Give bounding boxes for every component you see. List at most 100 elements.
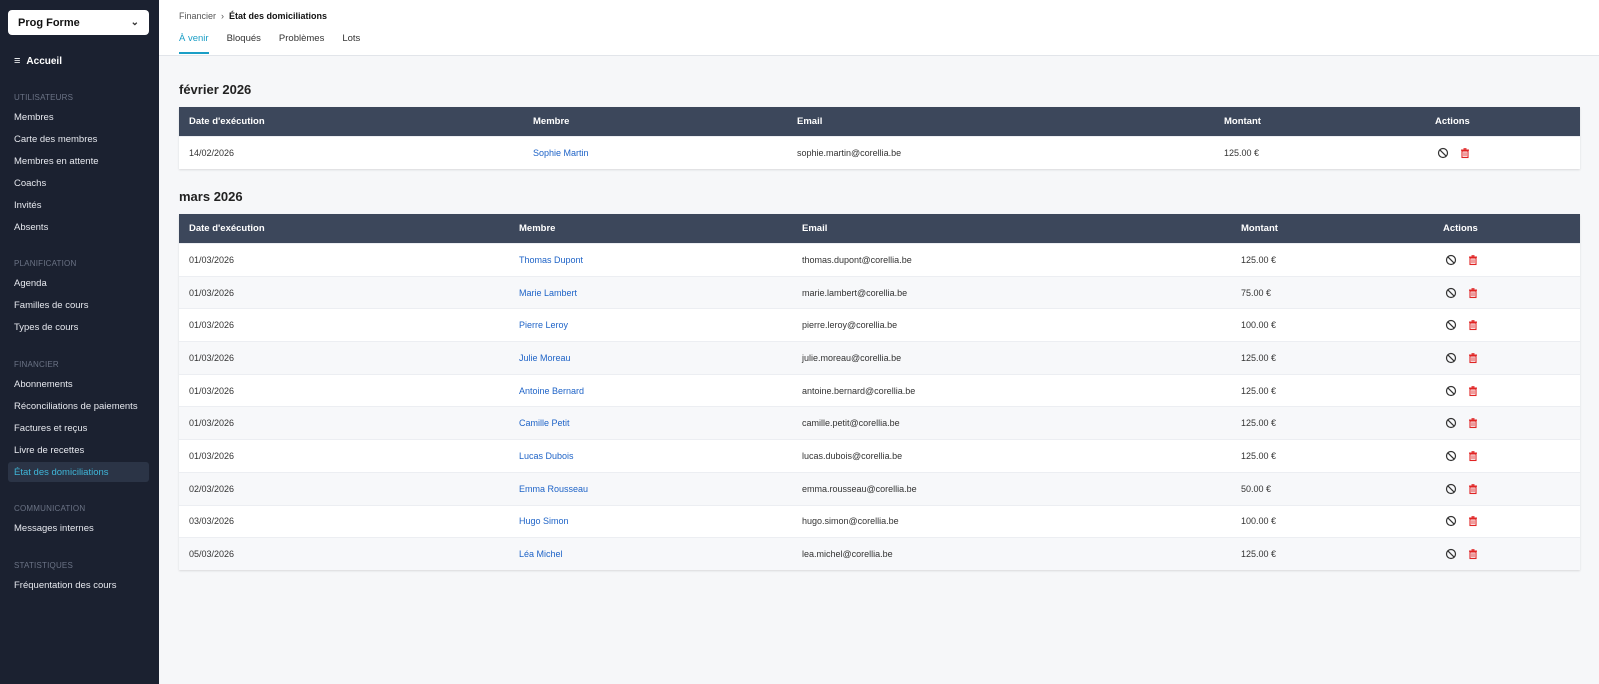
- row-email: emma.rousseau@corellia.be: [802, 483, 917, 494]
- trash-icon[interactable]: [1467, 352, 1479, 364]
- section-title-communication: COMMUNICATION: [14, 504, 86, 513]
- block-icon[interactable]: [1445, 287, 1457, 299]
- row-actions: [1445, 375, 1479, 407]
- sidebar-item-membres-en-attente[interactable]: Membres en attente: [8, 151, 149, 171]
- row-member-link[interactable]: Antoine Bernard: [519, 375, 584, 407]
- table-row: 01/03/2026 Lucas Dubois lucas.dubois@corel…: [179, 439, 1580, 472]
- row-member-link[interactable]: Sophie Martin: [533, 137, 589, 169]
- row-email: marie.lambert@corellia.be: [802, 287, 908, 298]
- col-actions: Actions: [1443, 223, 1478, 234]
- row-member-link[interactable]: Léa Michel: [519, 538, 563, 570]
- menu-icon: ≡: [14, 55, 21, 67]
- block-icon[interactable]: [1445, 319, 1457, 331]
- row-member-link[interactable]: Thomas Dupont: [519, 244, 583, 276]
- breadcrumb: Financier › État des domiciliations: [179, 11, 327, 21]
- breadcrumb-financier[interactable]: Financier: [179, 11, 216, 21]
- table-row: 14/02/2026 Sophie Martin sophie.martin@c…: [179, 136, 1580, 169]
- row-actions: [1445, 342, 1479, 374]
- sidebar-item-messages-internes[interactable]: Messages internes: [8, 518, 149, 538]
- sidebar-item-coachs[interactable]: Coachs: [8, 173, 149, 193]
- row-amount: 125.00 €: [1241, 385, 1277, 396]
- sidebar-item-factures-et-recus[interactable]: Factures et reçus: [8, 418, 149, 438]
- row-member-link[interactable]: Lucas Dubois: [519, 440, 574, 472]
- tab-bloques[interactable]: Bloqués: [227, 33, 261, 54]
- tab-lots[interactable]: Lots: [342, 33, 360, 54]
- sidebar-item-abonnements[interactable]: Abonnements: [8, 374, 149, 394]
- row-member-link[interactable]: Hugo Simon: [519, 506, 569, 538]
- row-email: julie.moreau@corellia.be: [802, 352, 902, 363]
- section-title-financier: FINANCIER: [14, 360, 59, 369]
- row-actions: [1445, 506, 1479, 538]
- trash-icon[interactable]: [1467, 287, 1479, 299]
- row-amount: 125.00 €: [1241, 418, 1277, 429]
- month-title-fevrier: février 2026: [179, 82, 252, 97]
- sidebar-item-invites[interactable]: Invités: [8, 195, 149, 215]
- sidebar-item-reconciliations[interactable]: Réconciliations de paiements: [8, 396, 149, 416]
- organization-select[interactable]: Prog Forme ⌄: [8, 10, 149, 35]
- trash-icon[interactable]: [1467, 254, 1479, 266]
- block-icon[interactable]: [1445, 483, 1457, 495]
- row-amount: 125.00 €: [1241, 549, 1277, 560]
- row-actions: [1445, 473, 1479, 505]
- trash-icon[interactable]: [1467, 515, 1479, 527]
- row-date: 01/03/2026: [189, 450, 235, 461]
- row-member-link[interactable]: Camille Petit: [519, 407, 570, 439]
- row-member-link[interactable]: Julie Moreau: [519, 342, 571, 374]
- row-actions: [1445, 538, 1479, 570]
- trash-icon[interactable]: [1467, 483, 1479, 495]
- block-icon[interactable]: [1437, 147, 1449, 159]
- sidebar-item-absents[interactable]: Absents: [8, 217, 149, 237]
- row-email: sophie.martin@corellia.be: [797, 147, 902, 158]
- organization-name: Prog Forme: [18, 16, 80, 29]
- sidebar-item-livre-de-recettes[interactable]: Livre de recettes: [8, 440, 149, 460]
- row-actions: [1445, 407, 1479, 439]
- sidebar-item-membres[interactable]: Membres: [8, 107, 149, 127]
- trash-icon[interactable]: [1467, 450, 1479, 462]
- row-actions: [1445, 244, 1479, 276]
- sidebar-item-frequentation-des-cours[interactable]: Fréquentation des cours: [8, 575, 149, 595]
- trash-icon[interactable]: [1467, 319, 1479, 331]
- row-amount: 125.00 €: [1224, 147, 1260, 158]
- row-amount: 125.00 €: [1241, 352, 1277, 363]
- breadcrumb-current: État des domiciliations: [229, 11, 328, 21]
- trash-icon[interactable]: [1467, 385, 1479, 397]
- col-actions: Actions: [1435, 116, 1470, 127]
- block-icon[interactable]: [1445, 450, 1457, 462]
- chevron-down-icon: ⌄: [130, 17, 139, 28]
- sidebar-item-home[interactable]: ≡ Accueil: [14, 55, 62, 67]
- row-member-link[interactable]: Emma Rousseau: [519, 473, 588, 505]
- sidebar-item-familles-de-cours[interactable]: Familles de cours: [8, 295, 149, 315]
- row-email: pierre.leroy@corellia.be: [802, 320, 898, 331]
- row-date: 01/03/2026: [189, 385, 235, 396]
- sidebar-item-etat-des-domiciliations[interactable]: État des domiciliations: [8, 462, 149, 482]
- row-date: 01/03/2026: [189, 287, 235, 298]
- row-amount: 100.00 €: [1241, 516, 1277, 527]
- row-member-link[interactable]: Pierre Leroy: [519, 309, 568, 341]
- sidebar-item-agenda[interactable]: Agenda: [8, 273, 149, 293]
- tab-a-venir[interactable]: À venir: [179, 33, 209, 54]
- col-email: Email: [802, 223, 828, 234]
- main-content: Financier › État des domiciliations À ve…: [159, 0, 1599, 684]
- sidebar-item-carte-des-membres[interactable]: Carte des membres: [8, 129, 149, 149]
- row-member-link[interactable]: Marie Lambert: [519, 277, 577, 309]
- row-date: 01/03/2026: [189, 352, 235, 363]
- trash-icon[interactable]: [1459, 147, 1471, 159]
- block-icon[interactable]: [1445, 385, 1457, 397]
- row-actions: [1445, 309, 1479, 341]
- section-title-utilisateurs: UTILISATEURS: [14, 93, 74, 102]
- sidebar-item-types-de-cours[interactable]: Types de cours: [8, 317, 149, 337]
- block-icon[interactable]: [1445, 417, 1457, 429]
- row-date: 14/02/2026: [189, 147, 235, 158]
- row-amount: 50.00 €: [1241, 483, 1272, 494]
- trash-icon[interactable]: [1467, 548, 1479, 560]
- block-icon[interactable]: [1445, 548, 1457, 560]
- tab-problemes[interactable]: Problèmes: [279, 33, 324, 54]
- col-date: Date d'exécution: [189, 116, 265, 127]
- table-fevrier: Date d'exécution Membre Email Montant Ac…: [179, 107, 1580, 169]
- breadcrumb-separator-icon: ›: [221, 11, 225, 21]
- block-icon[interactable]: [1445, 352, 1457, 364]
- block-icon[interactable]: [1445, 254, 1457, 266]
- block-icon[interactable]: [1445, 515, 1457, 527]
- trash-icon[interactable]: [1467, 417, 1479, 429]
- col-date: Date d'exécution: [189, 223, 265, 234]
